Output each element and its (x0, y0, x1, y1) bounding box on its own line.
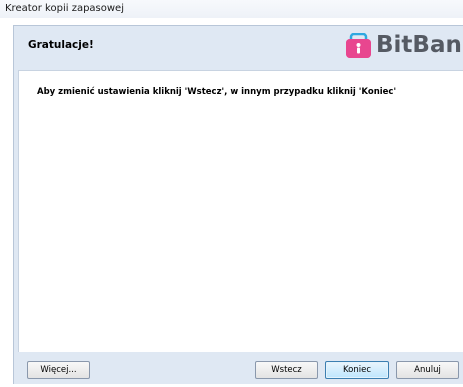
wizard-header: Gratulacje! BitBank (14, 26, 463, 64)
backup-wizard-window: Kreator kopii zapasowej Gratulacje! BitB… (0, 0, 463, 387)
cancel-button[interactable]: Anuluj (396, 361, 459, 379)
window-titlebar[interactable]: Kreator kopii zapasowej (0, 0, 463, 18)
finish-button[interactable]: Koniec (325, 361, 389, 379)
bitbank-logo-icon (346, 32, 371, 58)
bitbank-logo: BitBank (346, 31, 463, 59)
wizard-content-panel: Aby zmienić ustawienia kliknij 'Wstecz',… (18, 70, 463, 352)
window-title: Kreator kopii zapasowej (5, 3, 124, 14)
back-button[interactable]: Wstecz (255, 361, 318, 379)
more-button[interactable]: Więcej... (27, 361, 90, 379)
summary-message: Aby zmienić ustawienia kliknij 'Wstecz',… (37, 87, 397, 97)
bitbank-logo-text: BitBank (376, 32, 463, 58)
page-title: Gratulacje! (28, 39, 94, 51)
